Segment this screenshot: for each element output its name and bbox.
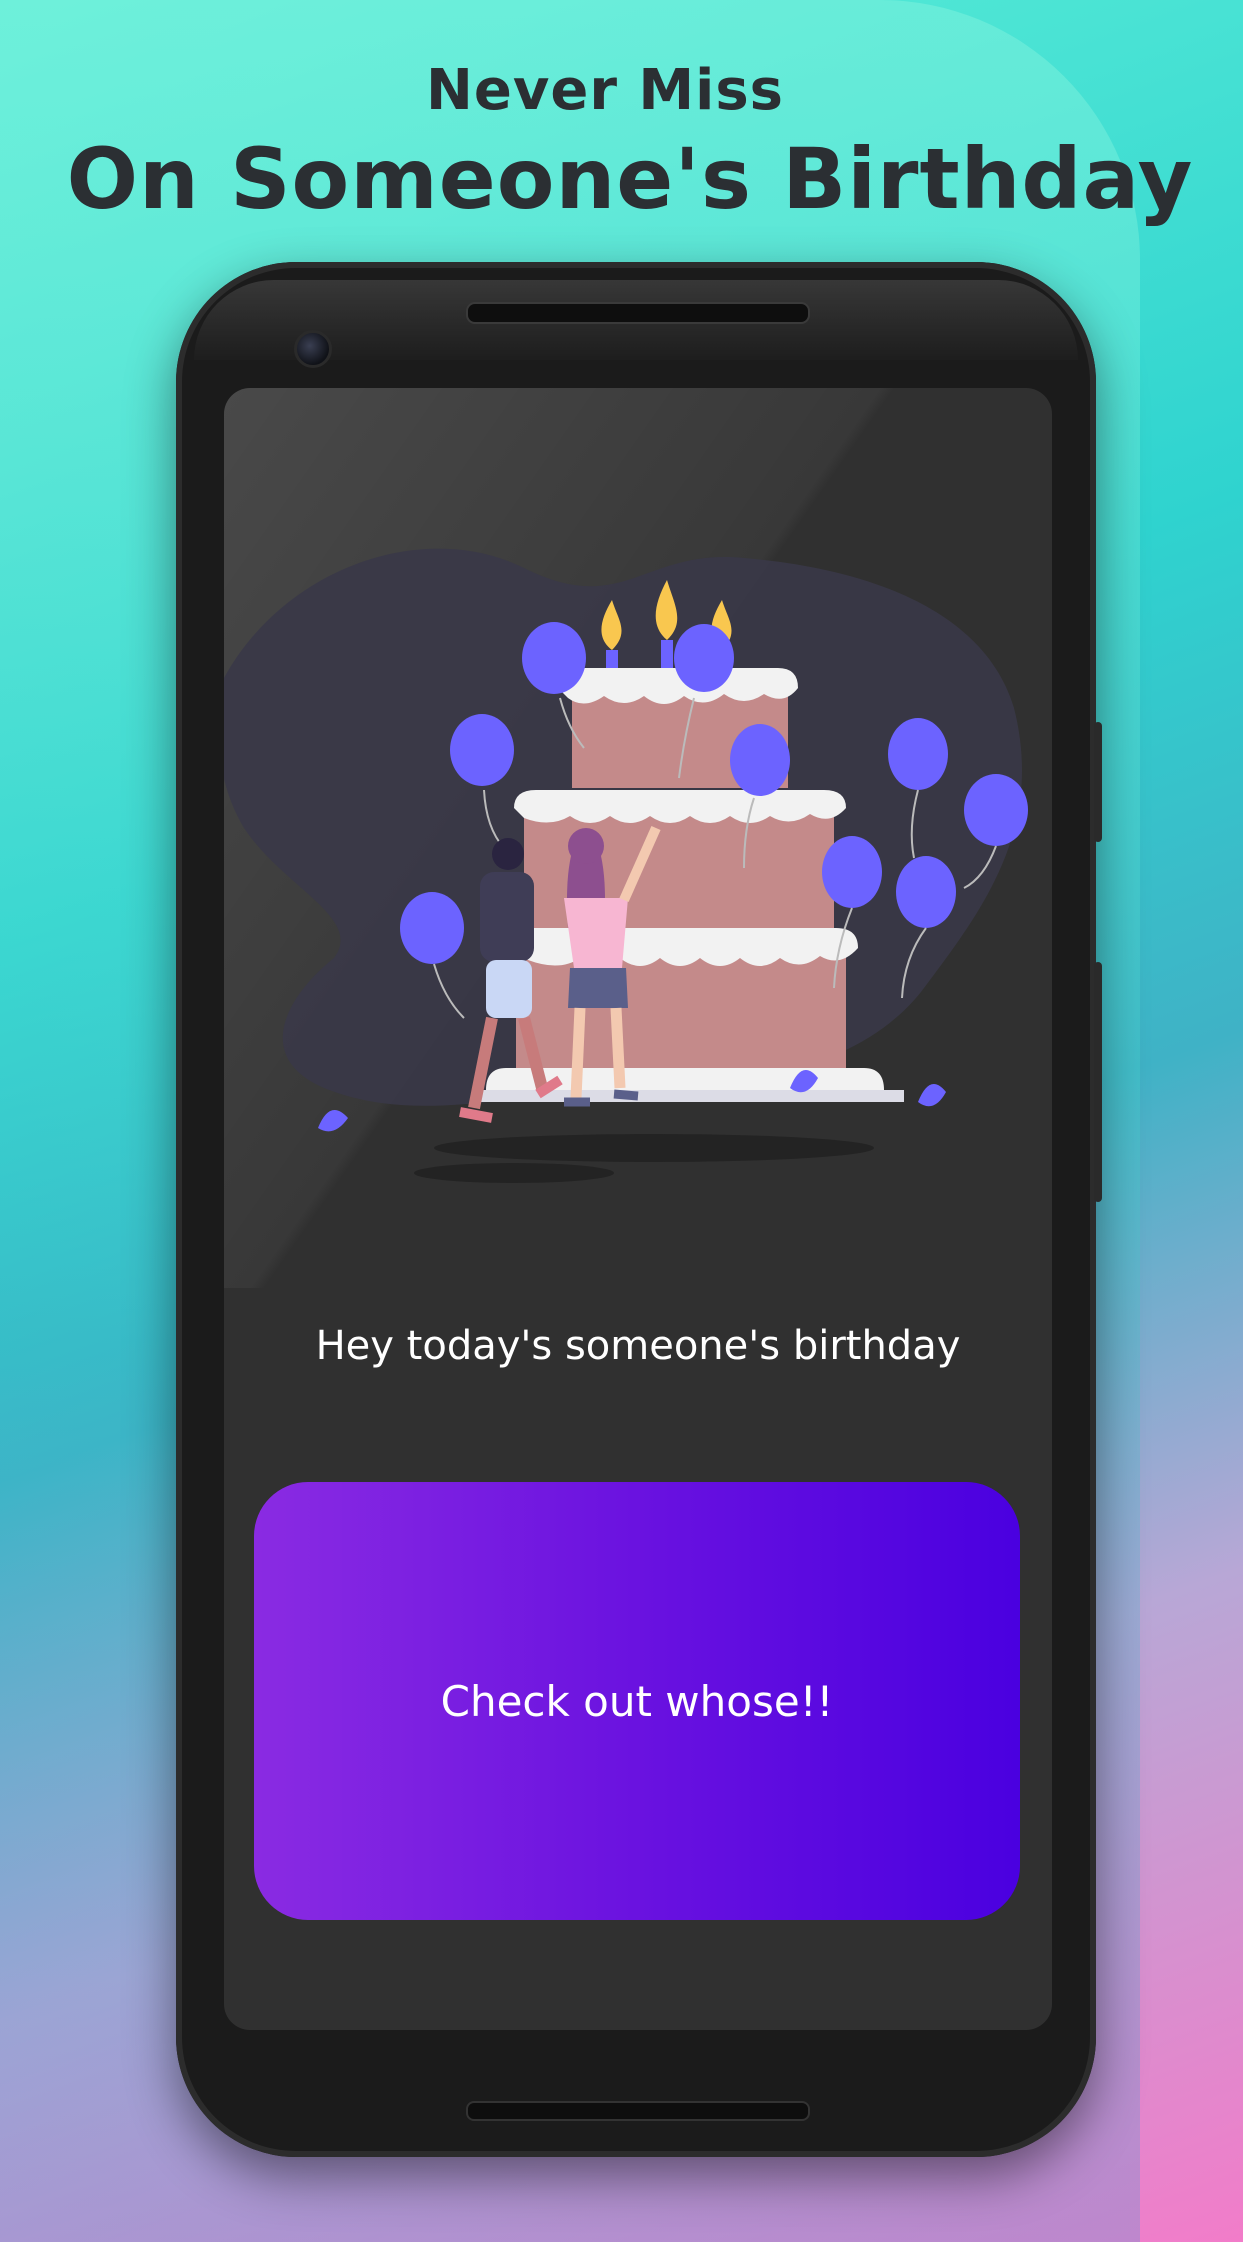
phone-frame: Hey today's someone's birthday Check out… <box>176 262 1102 2157</box>
earpiece-speaker <box>466 302 810 324</box>
bottom-speaker <box>466 2101 810 2121</box>
check-out-whose-button[interactable]: Check out whose!! <box>254 1482 1020 1920</box>
birthday-cake-illustration <box>224 548 1028 1183</box>
birthday-message: Hey today's someone's birthday <box>315 1323 961 1369</box>
power-button <box>1094 722 1102 842</box>
headline-small: Never Miss <box>425 58 785 123</box>
front-camera-icon <box>294 330 332 368</box>
app-screen: Hey today's someone's birthday Check out… <box>224 388 1052 2030</box>
volume-button <box>1094 962 1102 1202</box>
headline-big: On Someone's Birthday <box>66 130 1194 228</box>
